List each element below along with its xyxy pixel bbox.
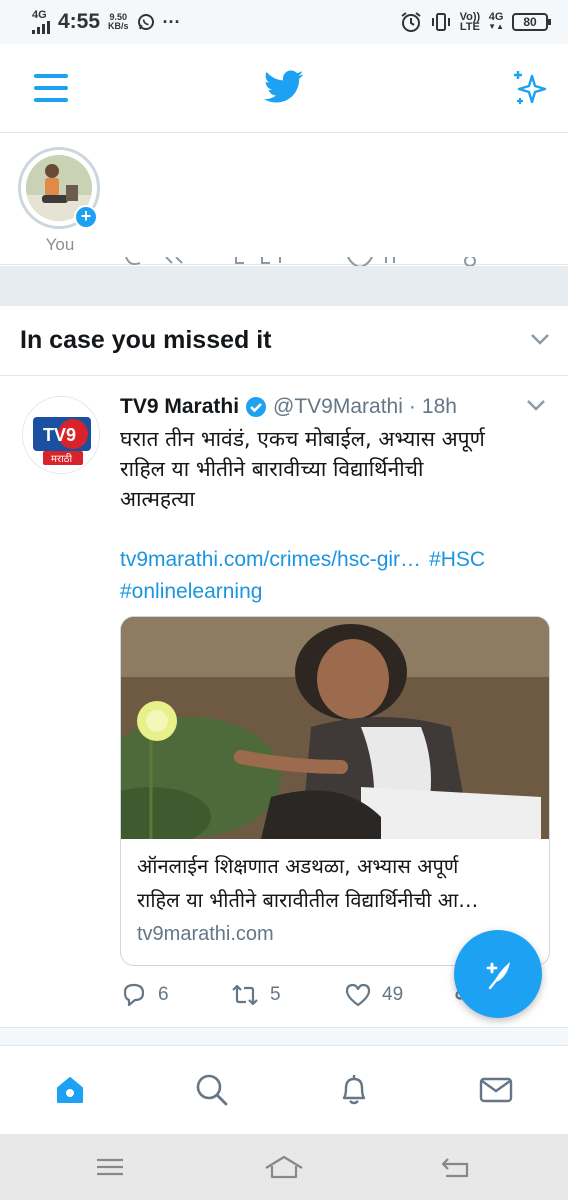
- tweet-links: tv9marathi.com/crimes/hsc-gir… #HSC #onli…: [120, 544, 560, 608]
- tv9-logo-text: TV9: [43, 425, 76, 445]
- home-icon[interactable]: [50, 1070, 90, 1110]
- system-navigation: [0, 1134, 568, 1200]
- network-type: 4G: [32, 9, 47, 21]
- tv9-logo: TV9 मराठी: [23, 397, 99, 473]
- hashtag-onlinelearning[interactable]: #onlinelearning: [120, 580, 262, 603]
- app-header: [0, 44, 568, 133]
- retweet-count: 5: [270, 984, 281, 1005]
- status-bar: 4G 4:55 9.50 KB/s ··· Vo)) LTE 4G ▼▲ 80: [0, 0, 568, 44]
- card-image: [121, 617, 549, 847]
- card-title-line: ऑनलाईन शिक्षणात अडथळा, अभ्यास अपूर्ण: [137, 854, 459, 878]
- clock: 4:55: [58, 10, 101, 33]
- tweet-text-line: घरात तीन भावंडं, एकच मोबाईल, अभ्यास अपूर…: [120, 427, 485, 451]
- tweet-header: TV9 Marathi @TV9Marathi · 18h: [120, 392, 457, 422]
- tweet-text-line: आत्महत्या: [120, 487, 195, 511]
- recents-icon[interactable]: [90, 1152, 130, 1182]
- speed-unit: KB/s: [108, 21, 129, 31]
- tweet-text-line: राहिल या भीतीने बारावीच्या विद्यार्थिनीच…: [120, 457, 424, 481]
- card-title: ऑनलाईन शिक्षणात अडथळा, अभ्यास अपूर्ण राह…: [137, 849, 541, 917]
- home-button-icon[interactable]: [264, 1152, 304, 1182]
- data-arrows: ▼▲: [488, 22, 504, 31]
- card-domain: tv9marathi.com: [137, 923, 274, 945]
- menu-icon[interactable]: [34, 74, 68, 102]
- add-fleet-button[interactable]: +: [74, 205, 98, 229]
- more-notifications: ···: [162, 11, 181, 32]
- search-icon[interactable]: [192, 1070, 232, 1110]
- retweet-button[interactable]: 5: [230, 982, 281, 1008]
- tweet-time: 18h: [421, 395, 457, 418]
- verified-badge-icon: [246, 397, 267, 417]
- status-left: 4G 4:55 9.50 KB/s ···: [32, 10, 181, 34]
- signal-group: 4G: [32, 10, 50, 34]
- reply-button[interactable]: 6: [120, 982, 169, 1008]
- link-card[interactable]: ऑनलाईन शिक्षणात अडथळा, अभ्यास अपूर्ण राह…: [120, 616, 550, 966]
- network-speed: 9.50 KB/s: [108, 13, 129, 31]
- battery-icon: 80: [512, 13, 551, 31]
- card-photo: [121, 617, 549, 847]
- author-handle[interactable]: @TV9Marathi: [273, 395, 403, 419]
- reply-icon: [123, 983, 145, 1007]
- tweet-link[interactable]: tv9marathi.com/crimes/hsc-gir…: [120, 548, 421, 571]
- messages-icon[interactable]: [476, 1070, 516, 1110]
- tweet-text: घरात तीन भावंडं, एकच मोबाईल, अभ्यास अपूर…: [120, 424, 550, 514]
- card-title-line: राहिल या भीतीने बारावीतील विद्यार्थिनीची…: [137, 888, 479, 912]
- status-right: Vo)) LTE 4G ▼▲ 80: [400, 11, 551, 33]
- vibrate-icon: [431, 13, 450, 31]
- section-title: In case you missed it: [20, 326, 272, 354]
- like-button[interactable]: 49: [344, 982, 403, 1008]
- like-count: 49: [382, 984, 404, 1005]
- sparkle-icon[interactable]: [510, 68, 550, 108]
- network-right-label: 4G: [488, 11, 504, 23]
- fleet-label: You: [45, 235, 75, 254]
- heart-icon: [345, 983, 371, 1007]
- whatsapp-icon: [137, 14, 154, 30]
- tweet-avatar[interactable]: TV9 मराठी: [22, 396, 100, 474]
- back-icon[interactable]: [436, 1152, 476, 1182]
- section-header: In case you missed it: [0, 306, 568, 376]
- retweet-icon: [232, 984, 258, 1006]
- compose-icon: [486, 962, 510, 990]
- twitter-bird-icon: [264, 70, 304, 103]
- section-divider: [0, 266, 568, 306]
- tweet[interactable]: TV9 मराठी TV9 Marathi @TV9Marathi · 18h …: [0, 376, 568, 1028]
- network-right: 4G ▼▲: [488, 12, 504, 32]
- notifications-icon[interactable]: [334, 1070, 374, 1110]
- volte-indicator: Vo)) LTE: [459, 12, 481, 33]
- bottom-navigation: [0, 1046, 568, 1134]
- volte-bottom: LTE: [459, 21, 480, 33]
- reply-count: 6: [158, 984, 169, 1005]
- signal-icon: [32, 20, 50, 34]
- chevron-down-icon[interactable]: [530, 332, 550, 346]
- tweet-menu-chevron-icon[interactable]: [526, 398, 546, 412]
- compose-tweet-button[interactable]: [454, 930, 542, 1018]
- feed-gap: [0, 1028, 568, 1046]
- separator: ·: [408, 395, 416, 418]
- tv9-logo-subtext: मराठी: [51, 453, 72, 465]
- author-name[interactable]: TV9 Marathi: [120, 395, 239, 419]
- hashtag-hsc[interactable]: #HSC: [429, 548, 485, 571]
- alarm-icon: [400, 12, 421, 32]
- fleets-row: + You: [0, 133, 568, 269]
